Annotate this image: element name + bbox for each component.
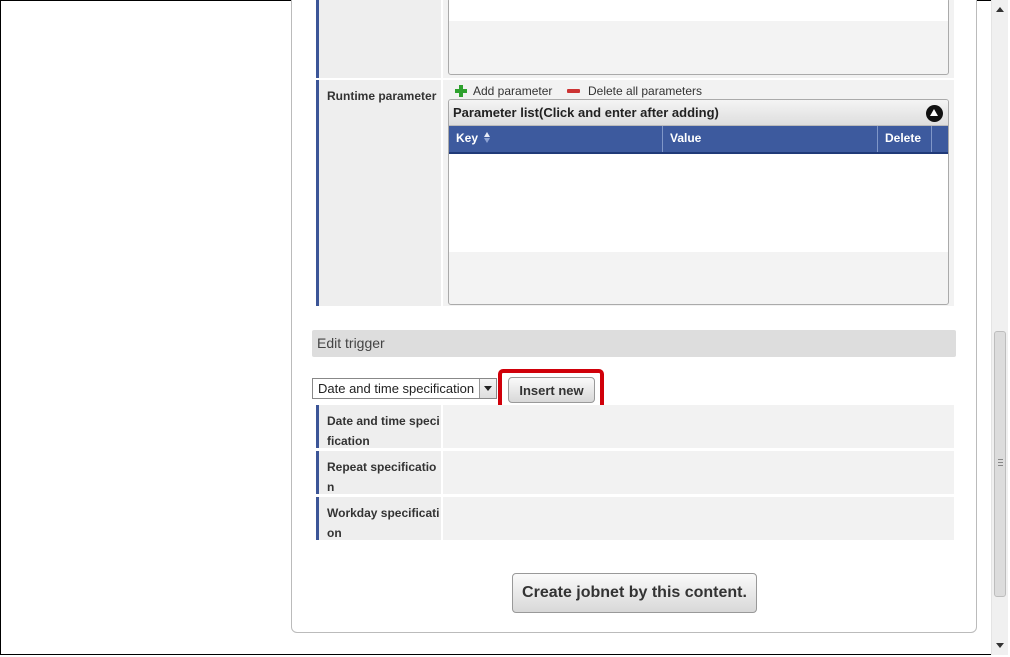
scrollbar-thumb[interactable] xyxy=(994,331,1006,597)
parameter-grid-title: Parameter list(Click and enter after add… xyxy=(449,100,948,126)
column-header-key[interactable]: Key xyxy=(449,126,663,152)
form-row-label-empty xyxy=(316,0,441,78)
parameter-grid-title-text: Parameter list(Click and enter after add… xyxy=(453,105,719,120)
column-header-value-label: Value xyxy=(670,131,702,145)
trigger-type-selected: Date and time specification xyxy=(318,381,475,396)
column-header-key-label: Key xyxy=(456,131,479,145)
trigger-row-workday: Workday specification xyxy=(316,497,954,540)
trigger-row-date-time: Date and time specification xyxy=(316,405,954,448)
runtime-parameter-value: Add parameter Delete all parameters Para… xyxy=(443,80,954,306)
trigger-row-label: Repeat specification xyxy=(316,451,441,494)
form-row-runtime-parameter: Runtime parameter Add parameter Delete a… xyxy=(316,80,954,306)
plus-icon xyxy=(455,85,467,97)
column-header-delete[interactable]: Delete xyxy=(878,126,932,152)
minus-icon xyxy=(567,89,580,93)
grip-icon xyxy=(998,459,1003,466)
scroll-down-icon[interactable] xyxy=(992,637,1008,654)
delete-all-parameters-label: Delete all parameters xyxy=(588,84,703,98)
trigger-row-label: Workday specification xyxy=(316,497,441,540)
previous-list-box xyxy=(448,0,949,75)
create-jobnet-button[interactable]: Create jobnet by this content. xyxy=(512,573,757,613)
previous-list-body xyxy=(449,0,948,21)
chevron-up-icon[interactable] xyxy=(926,105,943,122)
trigger-row-value xyxy=(443,405,954,448)
parameter-grid: Parameter list(Click and enter after add… xyxy=(448,99,949,305)
form-row-value xyxy=(443,0,954,78)
trigger-row-label: Date and time specification xyxy=(316,405,441,448)
column-header-delete-label: Delete xyxy=(885,131,922,145)
chevron-down-icon[interactable] xyxy=(479,379,496,398)
trigger-row-value xyxy=(443,497,954,540)
edit-trigger-header: Edit trigger xyxy=(312,330,956,357)
scroll-up-icon[interactable] xyxy=(992,1,1008,18)
parameter-grid-body xyxy=(449,154,948,252)
add-parameter-link[interactable]: Add parameter xyxy=(455,84,552,98)
delete-all-parameters-link[interactable]: Delete all parameters xyxy=(567,84,702,98)
parameter-grid-header: Key Value Delete xyxy=(449,126,948,154)
insert-new-button[interactable]: Insert new xyxy=(508,377,595,403)
form-row-previous xyxy=(316,0,954,78)
vertical-scrollbar[interactable] xyxy=(991,0,1008,655)
trigger-row-repeat: Repeat specification xyxy=(316,451,954,494)
trigger-row-value xyxy=(443,451,954,494)
add-parameter-label: Add parameter xyxy=(473,84,553,98)
runtime-parameter-label: Runtime parameter xyxy=(316,80,441,306)
column-header-value[interactable]: Value xyxy=(663,126,878,152)
sort-icon xyxy=(484,126,491,143)
trigger-type-select[interactable]: Date and time specification xyxy=(312,378,497,399)
